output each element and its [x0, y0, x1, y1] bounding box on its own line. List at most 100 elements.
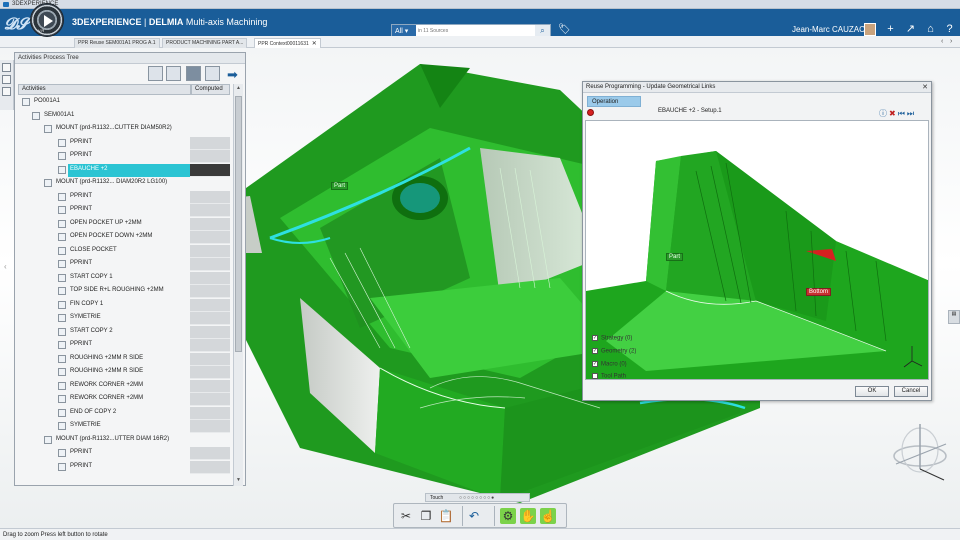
tree-row[interactable]: PPRINT — [18, 460, 230, 475]
tab-operation[interactable]: Operation — [587, 96, 641, 107]
compass-icon[interactable]: V.R — [30, 3, 64, 37]
tree-scrollbar[interactable]: ▲ ▼ — [233, 84, 243, 486]
info-icon[interactable]: ⓘ — [879, 109, 887, 118]
tree-row[interactable]: SEM001A1 — [18, 110, 230, 124]
checkbox-icon[interactable] — [592, 373, 598, 379]
check-macro[interactable]: ✓ Macro (0) — [592, 361, 627, 368]
tree-row-label: ROUGHING +2MM R SIDE — [70, 368, 144, 374]
filter-icon[interactable] — [2, 75, 11, 84]
touch-pager[interactable]: ○○○○○○○○● — [459, 495, 495, 501]
list-view-icon[interactable] — [205, 66, 220, 81]
tree-row[interactable]: OPEN POCKET DOWN +2MM — [18, 231, 230, 245]
machining-icon[interactable]: ⚙ — [500, 508, 516, 524]
tree-row[interactable]: PPRINT — [18, 258, 230, 272]
tree-row[interactable]: ROUGHING +2MM R SIDE — [18, 352, 230, 367]
scroll-thumb[interactable] — [235, 96, 242, 352]
tree-row[interactable]: PPRINT — [18, 136, 230, 151]
checkbox-icon[interactable]: ✓ — [592, 335, 598, 341]
add-icon[interactable]: + — [884, 23, 897, 36]
undo-icon[interactable]: ↶ — [466, 508, 482, 524]
tree-toggle-icon[interactable] — [2, 63, 11, 72]
first-icon[interactable]: ⏮ — [898, 109, 905, 118]
layers-icon[interactable] — [2, 87, 11, 96]
tree-row[interactable]: SYMETRIE — [18, 420, 230, 434]
dialog-3d-preview[interactable]: Part Bottom ✓ Strategy (0) ✓ Geometry (2) … — [585, 120, 929, 380]
tree-row[interactable]: PPRINT — [18, 204, 230, 218]
home-icon[interactable]: ⌂ — [924, 23, 937, 36]
tab-ppr-reuse[interactable]: PPR Reuse SEM001A1 PROG A.1 — [74, 38, 160, 48]
tab-scroll-left-icon[interactable]: ‹ — [941, 38, 943, 45]
tree-row[interactable]: START COPY 1 — [18, 271, 230, 286]
tree-row[interactable]: REWORK CORNER +2MM — [18, 393, 230, 407]
delete-icon[interactable]: ✖ — [889, 109, 896, 118]
panel-collapse-left-icon[interactable]: ‹ — [4, 262, 7, 271]
scroll-up-icon[interactable]: ▲ — [235, 85, 242, 92]
column-computed[interactable]: Computed — [191, 84, 230, 95]
computed-cell — [190, 217, 230, 231]
search-input[interactable] — [418, 26, 528, 36]
copy-icon — [58, 300, 66, 309]
tab-product-machining[interactable]: PRODUCT MACHINING PART A... — [162, 38, 248, 48]
dialog-part-render[interactable] — [586, 121, 929, 380]
robot-compass-icon[interactable] — [886, 414, 956, 486]
touch-select-icon[interactable]: ☝ — [540, 508, 556, 524]
tree-row[interactable]: MOUNT (prd-R1132... DIAM20R2 LG100) — [18, 177, 230, 191]
part-label-dialog: Part — [666, 253, 684, 261]
check-tool-path[interactable]: Tool Path — [592, 373, 626, 379]
help-icon[interactable]: ? — [943, 23, 956, 36]
tree-row[interactable]: EBAUCHE +2 — [18, 163, 230, 178]
tree-row[interactable]: PPRINT — [18, 447, 230, 461]
tool-mount-icon — [44, 435, 52, 444]
tree-row[interactable]: ROUGHING +2MM R SIDE — [18, 366, 230, 380]
tree-row[interactable]: MOUNT (prd-R1132...UTTER DIAM 16R2) — [18, 434, 230, 448]
avatar[interactable] — [864, 23, 876, 36]
ok-button[interactable]: OK — [855, 386, 889, 397]
tab-ppr-context[interactable]: PPR Context00011631 ✕ — [254, 38, 321, 48]
check-geometry[interactable]: ✓ Geometry (2) — [592, 348, 636, 355]
close-tab-icon[interactable]: ✕ — [312, 41, 317, 47]
last-icon[interactable]: ⏭ — [907, 109, 914, 118]
tree-row[interactable]: TOP SIDE R+L ROUGHING +2MM — [18, 285, 230, 299]
checkbox-icon[interactable]: ✓ — [592, 348, 598, 354]
check-strategy[interactable]: ✓ Strategy (0) — [592, 335, 632, 342]
operation-icon — [58, 165, 66, 174]
tree-row[interactable]: PPRINT — [18, 150, 230, 164]
tree-row[interactable]: FIN COPY 1 — [18, 298, 230, 313]
tree-row[interactable]: PPRINT — [18, 339, 230, 353]
tree-row[interactable]: START COPY 2 — [18, 325, 230, 340]
tab-scroll-right-icon[interactable]: › — [950, 38, 952, 45]
operation-icon — [58, 219, 66, 228]
tree-row[interactable]: CLOSE POCKET — [18, 244, 230, 259]
user-name[interactable]: Jean-Marc CAUZAC — [792, 25, 865, 34]
tree-row-label: START COPY 2 — [70, 327, 113, 334]
tree-row[interactable]: PO001A1 — [18, 96, 230, 110]
dialog-close-icon[interactable]: ✕ — [922, 83, 928, 91]
tree-row[interactable]: MOUNT (prd-R1132...CUTTER DIAM50R2) — [18, 123, 230, 137]
tree-row[interactable]: REWORK CORNER +2MM — [18, 379, 230, 394]
cut-icon[interactable]: ✂ — [398, 508, 414, 524]
replay-icon[interactable] — [186, 66, 201, 81]
tool-mount-icon — [44, 125, 52, 133]
right-panel-toggle[interactable]: ▤ — [948, 310, 960, 324]
po-icon — [22, 98, 30, 106]
computed-cell — [190, 204, 230, 217]
app-title: 3DEXPERIENCE | DELMIA Multi-axis Machini… — [72, 17, 268, 27]
tree-row[interactable]: END OF COPY 2 — [18, 406, 230, 421]
action-separator — [494, 506, 495, 526]
tree-row[interactable]: PPRINT — [18, 190, 230, 205]
cancel-button[interactable]: Cancel — [894, 386, 928, 397]
checkbox-icon[interactable]: ✓ — [592, 361, 598, 367]
paste-icon[interactable]: 📋 — [438, 508, 454, 524]
tree-row[interactable]: SYMETRIE — [18, 312, 230, 326]
tag-icon[interactable]: 🏷 — [558, 24, 571, 35]
scroll-down-icon[interactable]: ▼ — [235, 477, 242, 484]
copy-icon[interactable]: ❐ — [418, 508, 434, 524]
compute-toolpath-icon[interactable] — [148, 66, 163, 81]
ds-logo-icon: 𝓓𝓢 — [4, 14, 29, 33]
column-activities[interactable]: Activities — [18, 84, 191, 95]
forward-arrow-icon[interactable]: ➡ — [227, 67, 238, 83]
hand-tool-icon[interactable]: ✋ — [520, 508, 536, 524]
tree-row[interactable]: OPEN POCKET UP +2MM — [18, 217, 230, 232]
remove-toolpath-icon[interactable] — [166, 66, 181, 81]
share-icon[interactable]: ↗ — [904, 23, 917, 36]
